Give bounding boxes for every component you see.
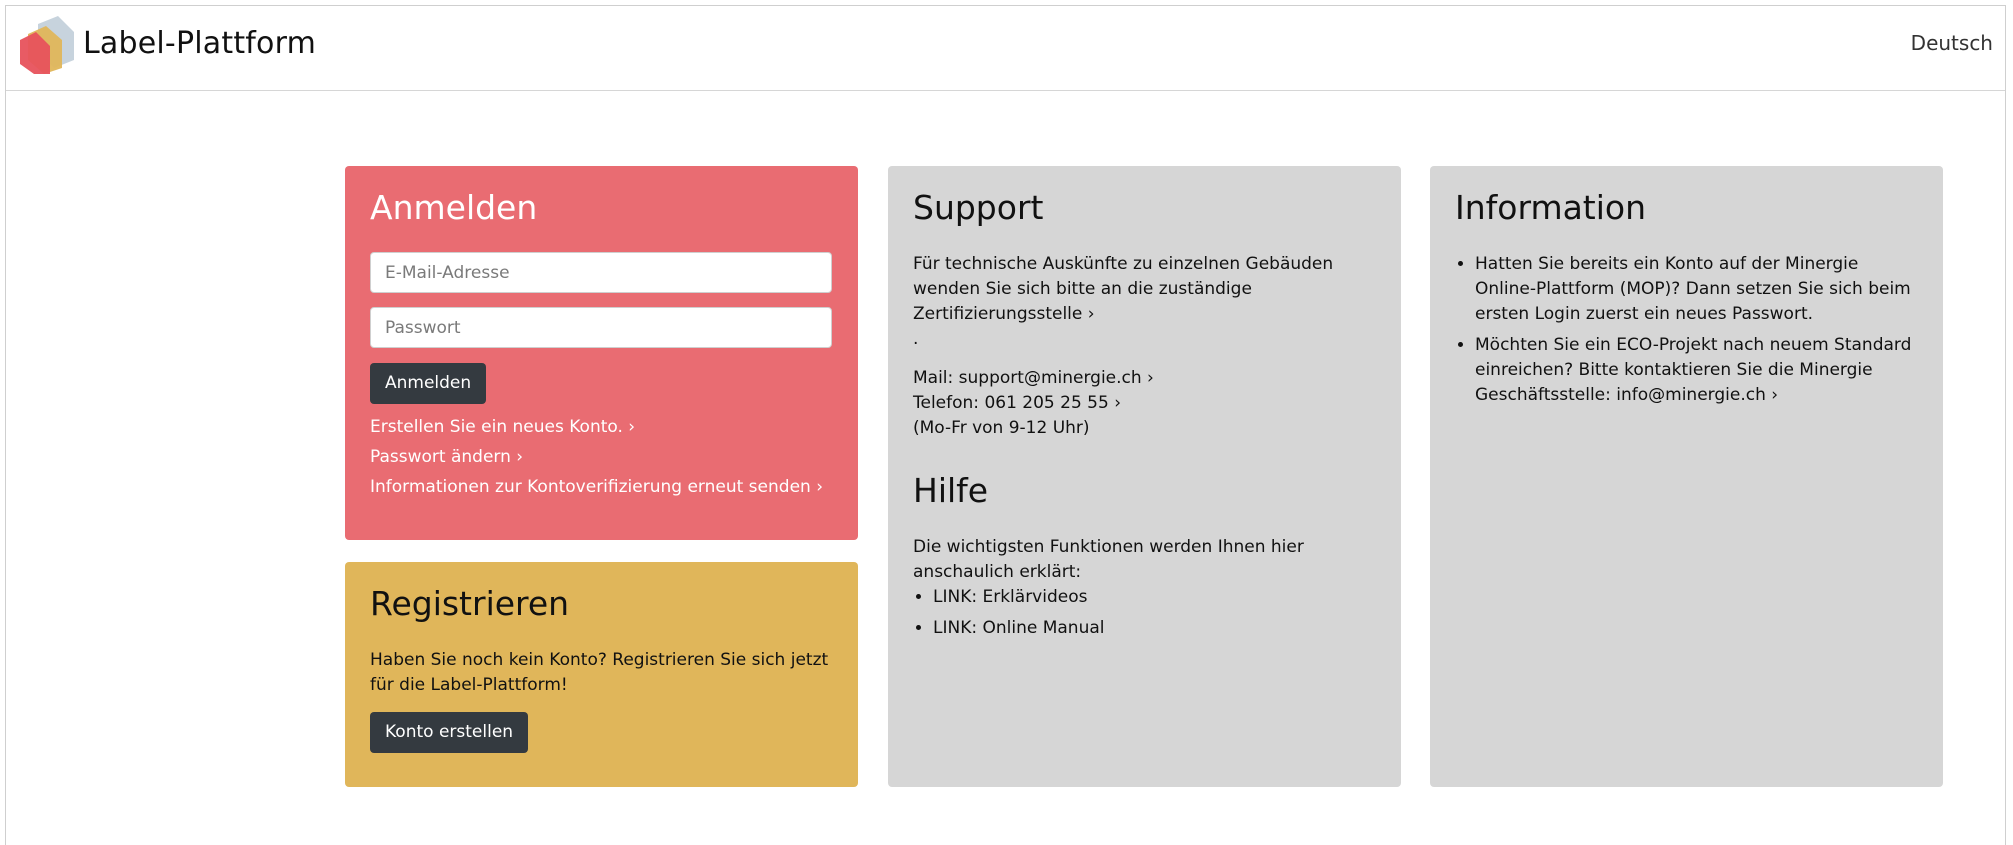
information-card: Information Hatten Sie bereits ein Konto… [1430, 166, 1943, 787]
information-item-eco: Möchten Sie ein ECO-Projekt nach neuem S… [1475, 333, 1918, 408]
login-button[interactable]: Anmelden [370, 363, 487, 404]
support-title: Support [913, 188, 1044, 227]
support-card: Support Für technische Auskünfte zu einz… [888, 166, 1401, 787]
login-title: Anmelden [370, 188, 538, 227]
language-selector[interactable]: Deutsch [1911, 31, 1993, 55]
register-card: Registrieren Haben Sie noch kein Konto? … [345, 562, 858, 787]
password-input[interactable] [370, 307, 832, 348]
house-logo-icon [20, 16, 74, 74]
register-text: Haben Sie noch kein Konto? Registrieren … [370, 650, 829, 695]
info-mail-link[interactable]: info@minergie.ch › [1616, 385, 1778, 405]
create-account-button[interactable]: Konto erstellen [370, 712, 529, 753]
login-card: Anmelden Anmelden Erstellen Sie ein neue… [345, 166, 858, 540]
create-account-link[interactable]: Erstellen Sie ein neues Konto. › [370, 412, 833, 442]
explainer-videos-link[interactable]: LINK: Erklärvideos [933, 587, 1087, 607]
help-item-manual: LINK: Online Manual [933, 616, 1376, 641]
support-text-lead: Für technische Auskünfte zu einzelnen Ge… [913, 254, 1334, 299]
phone-label: Telefon: [913, 393, 985, 413]
email-input[interactable] [370, 252, 832, 293]
help-text: Die wichtigsten Funktionen werden Ihnen … [913, 537, 1304, 582]
information-title: Information [1455, 188, 1647, 227]
support-contact: Mail: support@minergie.ch › Telefon: 061… [913, 366, 1376, 441]
mail-label: Mail: [913, 368, 959, 388]
top-header: Label-Plattform Deutsch [6, 6, 2005, 91]
online-manual-link[interactable]: LINK: Online Manual [933, 618, 1105, 638]
login-links: Erstellen Sie ein neues Konto. › Passwor… [370, 412, 833, 502]
certification-office-link[interactable]: Zertifizierungsstelle › [913, 304, 1095, 324]
brand-title[interactable]: Label-Plattform [83, 26, 316, 61]
information-list: Hatten Sie bereits ein Konto auf der Min… [1455, 252, 1918, 408]
register-title: Registrieren [370, 584, 570, 623]
help-list: LINK: Erklärvideos LINK: Online Manual [913, 585, 1376, 641]
support-dot: . [913, 329, 919, 349]
support-mail-link[interactable]: support@minergie.ch › [959, 368, 1154, 388]
help-title: Hilfe [913, 471, 989, 510]
resend-verification-link[interactable]: Informationen zur Kontoverifizierung ern… [370, 472, 833, 502]
help-item-videos: LINK: Erklärvideos [933, 585, 1376, 610]
support-phone-link[interactable]: 061 205 25 55 › [984, 393, 1121, 413]
change-password-link[interactable]: Passwort ändern › [370, 442, 833, 472]
support-hours: (Mo-Fr von 9-12 Uhr) [913, 418, 1090, 438]
support-text: Für technische Auskünfte zu einzelnen Ge… [913, 252, 1376, 327]
information-item-mop: Hatten Sie bereits ein Konto auf der Min… [1475, 252, 1918, 327]
